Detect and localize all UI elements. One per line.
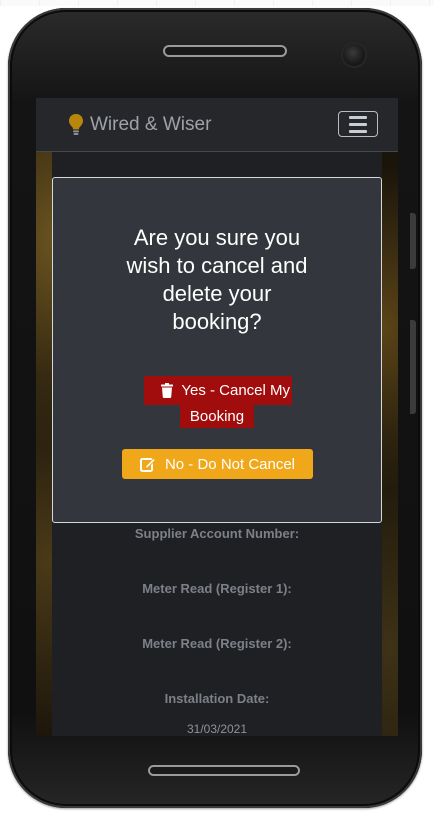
front-camera — [343, 44, 365, 66]
confirm-cancel-button[interactable]: Yes - Cancel My Booking — [144, 376, 292, 430]
confirm-cancel-button-line-1: Yes - Cancel My — [144, 376, 292, 405]
installation-date-label: Installation Date: — [164, 691, 270, 706]
menu-toggle-button[interactable] — [338, 111, 378, 137]
installation-date-value: 31/03/2021 — [186, 722, 248, 736]
bottom-speaker — [148, 765, 300, 776]
power-button — [410, 320, 416, 414]
modal-title-line-3: delete your — [162, 281, 272, 306]
brand-link[interactable]: Wired & Wiser — [68, 113, 211, 137]
lightbulb-icon — [69, 114, 83, 135]
confirm-cancel-label-2: Booking — [189, 408, 245, 425]
meter-read-1-label: Meter Read (Register 1): — [142, 581, 292, 596]
do-not-cancel-button[interactable]: No - Do Not Cancel — [122, 449, 313, 479]
confirm-cancel-label-1: Yes - Cancel My — [181, 382, 290, 399]
do-not-cancel-label: No - Do Not Cancel — [164, 455, 296, 473]
modal-title-line-4: booking? — [172, 309, 262, 334]
modal-title-line-2: wish to cancel and — [126, 253, 308, 278]
modal-title-line-1: Are you sure you — [133, 225, 301, 250]
navbar: Wired & Wiser — [36, 98, 398, 152]
edit-icon — [139, 457, 156, 472]
brand-name: Wired & Wiser — [90, 114, 212, 135]
modal-title: Are you sure you wish to cancel and dele… — [53, 224, 381, 336]
trash-icon — [161, 383, 174, 398]
page-background-grid — [0, 0, 434, 6]
earpiece-speaker — [163, 45, 287, 57]
hamburger-bar — [349, 129, 367, 133]
meter-read-2-label: Meter Read (Register 2): — [142, 636, 292, 651]
cancel-booking-modal: Are you sure you wish to cancel and dele… — [52, 177, 382, 523]
hamburger-bar — [349, 122, 367, 126]
hamburger-menu-icon — [349, 115, 367, 119]
confirm-cancel-button-line-2: Booking — [180, 405, 254, 428]
volume-button — [410, 213, 416, 269]
supplier-account-label: Supplier Account Number: — [134, 526, 300, 541]
